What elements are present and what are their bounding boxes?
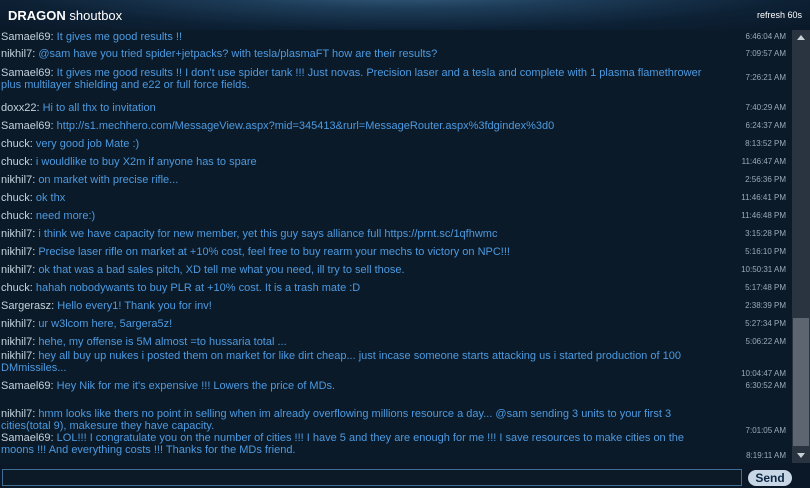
message-text: ur w3lcom here, 5argera5z! (38, 318, 173, 330)
message-username[interactable]: nikhil7 (1, 48, 32, 60)
message-text: ok thx (35, 192, 66, 204)
message-username[interactable]: chuck (1, 282, 30, 294)
input-bar: Send (0, 463, 810, 488)
chevron-down-icon (797, 453, 805, 458)
message-timestamp: 11:46:47 AM (741, 157, 786, 166)
message-timestamp: 3:15:28 PM (745, 229, 786, 238)
message-text: on market with precise rifle... (38, 174, 179, 186)
message-username[interactable]: nikhil7 (1, 264, 32, 276)
message-username[interactable]: Samael69 (1, 380, 51, 392)
message-text: Hey Nik for me it's expensive !!! Lowers… (56, 380, 336, 392)
message-username[interactable]: chuck (1, 138, 30, 150)
message-row: nikhil7: Precise laser rifle on market a… (0, 246, 792, 258)
message-timestamp: 10:04:47 AM (741, 369, 786, 378)
shoutbox-header: DRAGON shoutbox refresh 60s (0, 0, 810, 31)
message-row: nikhil7: hehe, my offense is 5M almost =… (0, 336, 792, 348)
message-username[interactable]: Samael69 (1, 120, 51, 132)
message-text: LOL!!! I congratulate you on the number … (1, 432, 685, 456)
message-text: It gives me good results !! I don't use … (1, 67, 702, 91)
message-username[interactable]: Sargerasz (1, 300, 51, 312)
refresh-interval[interactable]: refresh 60s (757, 10, 802, 20)
message-row: chuck: i wouldlike to buy X2m if anyone … (0, 156, 792, 168)
message-timestamp: 10:50:31 AM (741, 265, 786, 274)
message-text: hahah nobodywants to buy PLR at +10% cos… (35, 282, 361, 294)
message-text: need more:) (35, 210, 96, 222)
message-timestamp: 5:17:48 PM (745, 283, 786, 292)
message-row: nikhil7: on market with precise rifle...… (0, 174, 792, 186)
message-username[interactable]: nikhil7 (1, 336, 32, 348)
message-timestamp: 5:06:22 AM (745, 337, 786, 346)
message-row: doxx22: Hi to all thx to invitation 7:40:… (0, 102, 792, 114)
message-username[interactable]: nikhil7 (1, 228, 32, 240)
message-row: Samael69: http://s1.mechhero.com/Message… (0, 120, 792, 132)
message-row: chuck: ok thx 11:46:41 PM (0, 192, 792, 204)
message-username[interactable]: nikhil7 (1, 246, 32, 258)
message-input[interactable] (2, 469, 742, 486)
message-timestamp: 7:09:57 AM (745, 49, 786, 58)
message-row: nikhil7: i think we have capacity for ne… (0, 228, 792, 240)
chevron-up-icon (797, 35, 805, 40)
message-text: Hi to all thx to invitation (42, 102, 156, 114)
scroll-up-button[interactable] (792, 30, 810, 44)
message-row: Samael69: It gives me good results !! 6:4… (0, 31, 792, 43)
message-text: http://s1.mechhero.com/MessageView.aspx?… (56, 120, 555, 132)
message-row: nikhil7: hey all buy up nukes i posted t… (0, 350, 792, 378)
message-row: nikhil7: ok that was a bad sales pitch, … (0, 264, 792, 276)
message-row: chuck: very good job Mate :) 8:13:52 PM (0, 138, 792, 150)
message-username[interactable]: chuck (1, 156, 30, 168)
message-timestamp: 7:26:21 AM (745, 73, 786, 82)
message-row: Samael69: It gives me good results !! I … (0, 67, 792, 91)
message-text: Precise laser rifle on market at +10% co… (38, 246, 510, 258)
message-text: ok that was a bad sales pitch, XD tell m… (38, 264, 405, 276)
message-username[interactable]: Samael69 (1, 67, 51, 79)
send-button[interactable]: Send (748, 470, 792, 486)
message-text: i think we have capacity for new member,… (38, 228, 498, 240)
scrollbar[interactable] (792, 30, 810, 463)
message-row: chuck: hahah nobodywants to buy PLR at +… (0, 282, 792, 294)
message-row: nikhil7: @sam have you tried spider+jetp… (0, 48, 792, 60)
message-list[interactable]: Samael69: It gives me good results !! 6:4… (0, 30, 792, 463)
message-timestamp: 6:46:04 AM (745, 32, 786, 41)
message-username[interactable]: nikhil7 (1, 318, 32, 330)
message-username[interactable]: nikhil7 (1, 350, 32, 362)
title-bold: DRAGON (8, 8, 66, 23)
message-text: hey all buy up nukes i posted them on ma… (1, 350, 681, 374)
message-timestamp: 5:27:34 PM (745, 319, 786, 328)
message-row: chuck: need more:) 11:46:48 PM (0, 210, 792, 222)
message-text: It gives me good results !! (56, 31, 183, 43)
message-timestamp: 5:16:10 PM (745, 247, 786, 256)
message-username[interactable]: Samael69 (1, 432, 51, 444)
message-timestamp: 8:13:52 PM (745, 139, 786, 148)
shoutbox-title: DRAGON shoutbox (8, 8, 122, 23)
message-row: nikhil7: ur w3lcom here, 5argera5z! 5:27:… (0, 318, 792, 330)
message-text: very good job Mate :) (35, 138, 140, 150)
message-username[interactable]: nikhil7 (1, 174, 32, 186)
message-text: Hello every1! Thank you for inv! (57, 300, 212, 312)
message-row: Samael69: LOL!!! I congratulate you on t… (0, 432, 792, 460)
message-row: Samael69: Hey Nik for me it's expensive … (0, 380, 792, 392)
message-timestamp: 6:24:37 AM (745, 121, 786, 130)
message-row: nikhil7: hmm looks like thers no point i… (0, 408, 792, 435)
message-timestamp: 11:46:41 PM (741, 193, 786, 202)
message-username[interactable]: chuck (1, 192, 30, 204)
message-username[interactable]: doxx22 (1, 102, 36, 114)
message-text: hehe, my offense is 5M almost =to hussar… (38, 336, 287, 348)
message-username[interactable]: Samael69 (1, 31, 51, 43)
message-text: hmm looks like thers no point in selling… (1, 408, 672, 432)
message-text: @sam have you tried spider+jetpacks? wit… (38, 48, 438, 60)
message-text: i wouldlike to buy X2m if anyone has to … (35, 156, 257, 168)
message-timestamp: 2:38:39 PM (745, 301, 786, 310)
title-rest: shoutbox (65, 8, 123, 23)
message-timestamp: 8:19:11 AM (746, 451, 786, 460)
scroll-down-button[interactable] (792, 449, 810, 463)
message-timestamp: 2:56:36 PM (745, 175, 786, 184)
message-row: Sargerasz: Hello every1! Thank you for i… (0, 300, 792, 312)
scroll-thumb[interactable] (793, 318, 809, 446)
message-username[interactable]: nikhil7 (1, 408, 32, 420)
message-timestamp: 11:46:48 PM (741, 211, 786, 220)
message-timestamp: 6:30:52 AM (745, 381, 786, 390)
message-timestamp: 7:40:29 AM (745, 103, 786, 112)
message-username[interactable]: chuck (1, 210, 30, 222)
